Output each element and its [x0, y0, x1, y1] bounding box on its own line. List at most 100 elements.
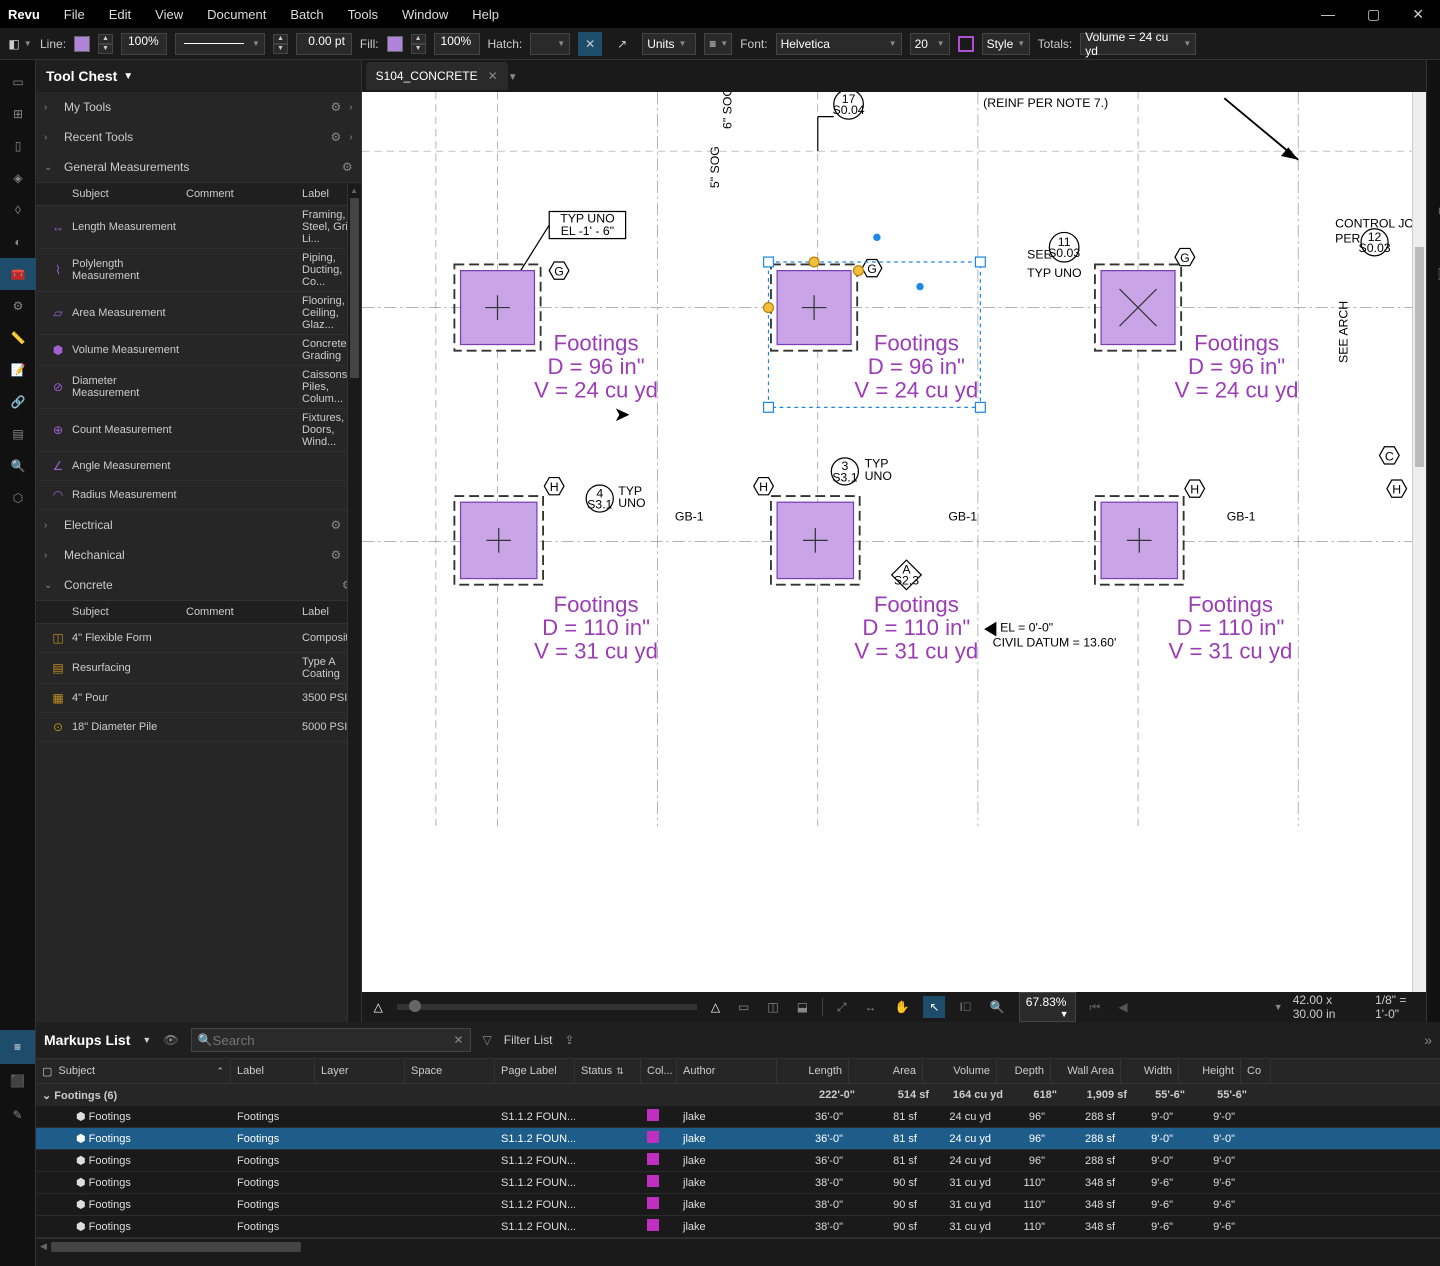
- clear-search-icon[interactable]: ✕: [453, 1033, 463, 1047]
- tool-row[interactable]: ◠Radius Measurement: [36, 481, 361, 510]
- ellipse-tool-icon[interactable]: ◯: [1427, 194, 1440, 226]
- menu-edit[interactable]: Edit: [109, 7, 131, 22]
- document-tab[interactable]: S104_CONCRETE✕: [366, 62, 508, 90]
- properties-icon[interactable]: ⚙: [0, 290, 36, 322]
- thickness-input[interactable]: 0.00 pt: [296, 33, 352, 55]
- dim-tool-icon[interactable]: ↔: [1427, 386, 1440, 418]
- split-h-icon[interactable]: ⬓: [793, 1000, 812, 1014]
- tool-row[interactable]: ∠Angle Measurement: [36, 452, 361, 481]
- markup-row[interactable]: ⬢ FootingsFootingsS1.1.2 FOUN...jlake36'…: [36, 1150, 1440, 1172]
- line-opacity-input[interactable]: 100%: [121, 33, 167, 55]
- gear-icon[interactable]: ⚙: [330, 518, 341, 532]
- sync-icon[interactable]: ⇅: [1427, 738, 1440, 770]
- tool-chest-icon[interactable]: 🧰: [0, 258, 36, 290]
- first-page-icon[interactable]: ⏮: [1086, 1000, 1105, 1015]
- menu-view[interactable]: View: [155, 7, 183, 22]
- snap-grid-icon[interactable]: ∷: [1427, 610, 1440, 642]
- hatch-dropdown[interactable]: ▼: [530, 33, 570, 55]
- measurements-icon[interactable]: 📏: [0, 322, 36, 354]
- markup-row[interactable]: ⬢ FootingsFootingsS1.1.2 FOUN...jlake36'…: [36, 1128, 1440, 1150]
- menu-batch[interactable]: Batch: [290, 7, 323, 22]
- totals-dropdown[interactable]: Volume = 24 cu yd▼: [1080, 33, 1196, 55]
- more-icon[interactable]: ⬡: [0, 482, 36, 514]
- markups-group-row[interactable]: ⌄ Footings (6) 222'-0" 514 sf 164 cu yd …: [36, 1084, 1440, 1106]
- tool-row[interactable]: ⊘Diameter MeasurementCaissons, Piles, Co…: [36, 366, 361, 409]
- page-slider[interactable]: [397, 1004, 697, 1010]
- tool-row[interactable]: ▱Area MeasurementFlooring, Ceiling, Glaz…: [36, 292, 361, 335]
- studio-icon[interactable]: ◐: [0, 226, 36, 258]
- pan-icon[interactable]: ✋: [890, 1000, 913, 1014]
- markups-scrollbar-h[interactable]: ◀: [36, 1238, 1440, 1254]
- page-scale[interactable]: 1/8" = 1'-0": [1375, 993, 1418, 1021]
- font-size-dropdown[interactable]: 20▼: [910, 33, 950, 55]
- fit-width-icon[interactable]: ↔: [860, 1000, 880, 1014]
- fill-color-swatch[interactable]: [387, 36, 403, 52]
- line-style-dropdown[interactable]: ▼: [175, 33, 265, 55]
- highlight-tool-icon[interactable]: ✎: [1427, 98, 1440, 130]
- export-icon[interactable]: ⇪: [564, 1033, 574, 1047]
- style-dropdown[interactable]: Style▼: [982, 33, 1030, 55]
- reuse-icon[interactable]: ↻: [1427, 706, 1440, 738]
- measure-mode-icon[interactable]: ✕: [578, 32, 602, 56]
- thickness-spinner[interactable]: ▲▼: [273, 34, 288, 54]
- bookmarks-icon[interactable]: ▯: [0, 130, 36, 162]
- minimize-button[interactable]: —: [1313, 6, 1343, 23]
- zoom-input[interactable]: 67.83% ▼: [1019, 992, 1076, 1022]
- fill-opacity-spinner[interactable]: ▲▼: [411, 34, 426, 54]
- polyline-tool-icon[interactable]: ⌇: [1427, 226, 1440, 258]
- text-select-icon[interactable]: I⃒: [955, 1000, 975, 1014]
- tri-left-icon[interactable]: △: [370, 1000, 387, 1014]
- gear-icon[interactable]: ⚙: [342, 160, 353, 174]
- markup-row[interactable]: ⬢ FootingsFootingsS1.1.2 FOUN...jlake36'…: [36, 1106, 1440, 1128]
- sets-icon[interactable]: ▤: [0, 418, 36, 450]
- tool-row[interactable]: ↔Length MeasurementFraming, Steel, Grid …: [36, 206, 361, 249]
- single-page-icon[interactable]: ▭: [734, 1000, 753, 1014]
- section-mechanical[interactable]: ›Mechanical⚙›: [36, 540, 361, 570]
- search-input[interactable]: [212, 1033, 453, 1048]
- menu-window[interactable]: Window: [402, 7, 448, 22]
- signatures-icon[interactable]: ✎: [0, 1098, 35, 1132]
- filter-icon[interactable]: ▽: [483, 1033, 492, 1047]
- line-color-swatch[interactable]: [74, 36, 90, 52]
- tool-row[interactable]: ▦4" Pour3500 PSI: [36, 684, 361, 713]
- stamp-tool-icon[interactable]: ⊙: [1427, 322, 1440, 354]
- menu-document[interactable]: Document: [207, 7, 266, 22]
- menu-help[interactable]: Help: [472, 7, 499, 22]
- search-icon[interactable]: 🔍: [0, 450, 36, 482]
- snap-content-icon[interactable]: ⊡: [1427, 642, 1440, 674]
- spaces-icon[interactable]: ◊: [0, 194, 36, 226]
- tool-row[interactable]: ◫4" Flexible FormComposite: [36, 624, 361, 653]
- panel-dock-icon[interactable]: »: [1424, 1032, 1432, 1048]
- section-concrete[interactable]: ⌄Concrete⚙: [36, 570, 361, 600]
- markups-search[interactable]: 🔍✕: [191, 1028, 471, 1052]
- tri-right-icon[interactable]: △: [707, 1000, 724, 1014]
- tool-row[interactable]: ⊙18" Diameter Pile5000 PSI: [36, 713, 361, 742]
- 3d-icon[interactable]: ⬛: [0, 1064, 35, 1098]
- markup-row[interactable]: ⬢ FootingsFootingsS1.1.2 FOUN...jlake38'…: [36, 1216, 1440, 1238]
- text-tool-icon[interactable]: A: [1427, 66, 1440, 98]
- thumbnails-icon[interactable]: ⊞: [0, 98, 36, 130]
- object-select-icon[interactable]: ◧▼: [8, 32, 32, 56]
- zoom-icon[interactable]: 🔍: [986, 1000, 1009, 1014]
- section-general[interactable]: ⌄General Measurements⚙: [36, 152, 361, 182]
- pen-tool-icon[interactable]: ✎: [1427, 130, 1440, 162]
- line-tool-icon[interactable]: ⌐: [1427, 162, 1440, 194]
- markups-list-icon[interactable]: ≡: [0, 1030, 35, 1064]
- drawing-canvas[interactable]: (REINF PER NOTE 7.) 17S0.04 6" SOG 5" SO…: [362, 92, 1426, 992]
- tool-row[interactable]: ⊕Count MeasurementFixtures, Doors, Wind.…: [36, 409, 361, 452]
- radius-tool-icon[interactable]: ◐: [1427, 578, 1440, 610]
- filter-label[interactable]: Filter List: [504, 1033, 553, 1047]
- area-tool-icon[interactable]: ▱: [1427, 450, 1440, 482]
- forms-icon[interactable]: 📝: [0, 354, 36, 386]
- snap-markup-icon[interactable]: ⊞: [1427, 674, 1440, 706]
- font-dropdown[interactable]: Helvetica▼: [776, 33, 902, 55]
- tool-row[interactable]: ⌇Polylength MeasurementPiping, Ducting, …: [36, 249, 361, 292]
- length-tool-icon[interactable]: ⊢: [1427, 418, 1440, 450]
- links-icon[interactable]: 🔗: [0, 386, 36, 418]
- tool-row[interactable]: ▤ResurfacingType A Coating: [36, 653, 361, 684]
- menu-file[interactable]: File: [64, 7, 85, 22]
- align-dropdown[interactable]: ≡▼: [704, 33, 732, 55]
- perimeter-tool-icon[interactable]: ⬡: [1427, 482, 1440, 514]
- split-v-icon[interactable]: ◫: [763, 1000, 782, 1014]
- section-recent-tools[interactable]: ›Recent Tools⚙›: [36, 122, 361, 152]
